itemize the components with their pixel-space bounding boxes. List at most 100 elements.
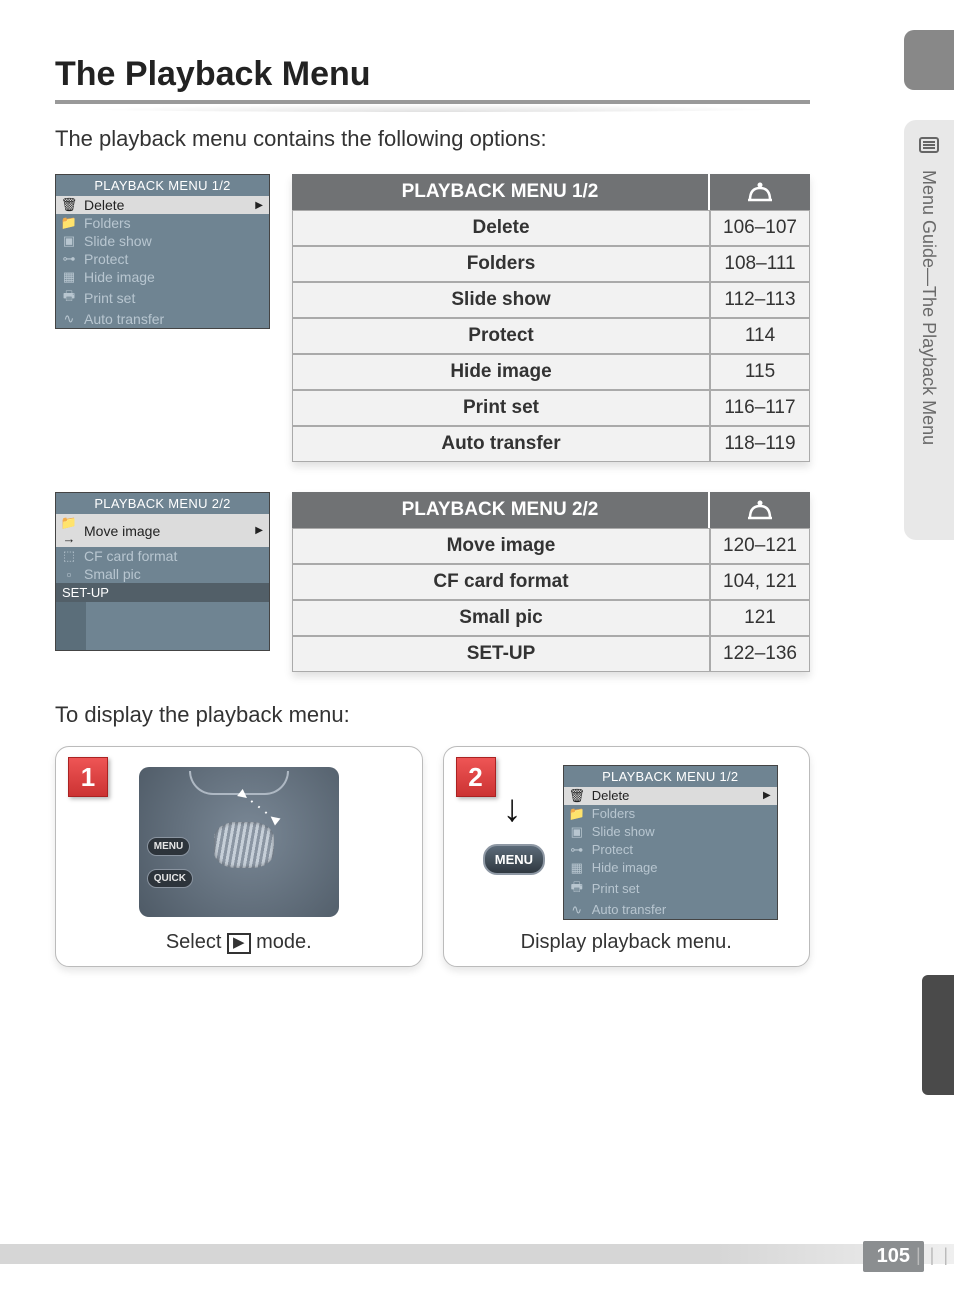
menu-item-label: Auto transfer [84,311,164,327]
lcd-menu-item: ∿ Auto transfer [56,310,269,328]
table-row: Move image120–121 [292,528,810,564]
step-1-card: 1 ▸···◂ MENU QUICK Select ▶ mode. [55,746,423,967]
lcd-menu-item: 📁Folders [564,805,777,823]
menu-item-label: Hide image [84,269,155,285]
lcd-menu-item: ▫ Small pic [56,565,269,583]
intro-text: The playback menu contains the following… [55,126,810,152]
table-row: CF card format104, 121 [292,564,810,600]
menu-button-label: MENU [147,837,190,856]
option-page: 120–121 [710,528,810,564]
option-page: 122–136 [710,636,810,672]
lcd-menu-item: ⊶ Protect [56,250,269,268]
step-2-card: 2 ↓ MENU PLAYBACK MENU 1/2 🗑Delete📁Folde… [443,746,811,967]
menu-item-icon: ▣ [568,824,586,840]
menu-item-icon: ▦ [60,269,78,285]
page-ref-icon [710,492,810,528]
option-name: Slide show [292,282,710,318]
menu-item-label: Folders [84,215,131,231]
menu-item-icon: ⬚ [60,548,78,564]
menu-item-label: Print set [592,881,640,896]
lcd-menu-item: 📁→Move image [56,514,269,547]
lcd-menu-item: ∿Auto transfer [564,901,777,919]
side-ribbon: Menu Guide—The Playback Menu [904,120,954,540]
side-section-label: Menu Guide—The Playback Menu [918,170,939,445]
option-name: Folders [292,246,710,282]
menu-item-icon: ▫ [60,567,78,582]
page-top-tab [904,30,954,90]
option-page: 104, 121 [710,564,810,600]
display-intro: To display the playback menu: [55,702,810,728]
option-page: 114 [710,318,810,354]
menu-button-press: ↓ MENU [475,782,553,902]
table-row: Delete106–107 [292,210,810,246]
menu-item-icon: 🗑 [568,788,586,804]
table2-header: PLAYBACK MENU 2/2 [292,492,710,528]
menu-item-label: Slide show [592,824,655,839]
lcd-menu-item: ▦ Hide image [564,859,777,877]
option-page: 106–107 [710,210,810,246]
press-arrow-icon: ↓ [503,788,522,831]
option-name: CF card format [292,564,710,600]
menu-item-label: Protect [84,251,128,267]
menu-item-icon: 📁 [60,215,78,231]
lcd-menu-item: 🗑 Delete [564,787,777,805]
page-number: 105 [863,1241,924,1272]
menu-item-label: Slide show [84,233,152,249]
table-row: Print set116–117 [292,390,810,426]
camera-top-illustration: ▸···◂ MENU QUICK [139,767,339,917]
lcd-preview-1: PLAYBACK MENU 1/2 🗑Delete📁Folders▣Slide … [55,174,270,329]
table-row: Folders108–111 [292,246,810,282]
menu-item-label: Folders [592,806,635,821]
option-name: Auto transfer [292,426,710,462]
page-ref-icon [710,174,810,210]
table-row: Hide image115 [292,354,810,390]
option-page: 108–111 [710,246,810,282]
step-2-caption: Display playback menu. [456,927,798,956]
menu-item-icon: 🖶 [60,287,78,309]
menu-item-icon: ⊶ [568,842,586,858]
lcd-menu-item: 🖶 Print set [56,286,269,310]
option-name: Protect [292,318,710,354]
menu-item-icon: ∿ [60,311,78,327]
option-name: Move image [292,528,710,564]
menu-item-icon: ∿ [568,902,586,918]
table-row: Auto transfer118–119 [292,426,810,462]
menu-item-label: Small pic [84,566,141,582]
menu-icon [916,132,942,158]
lcd2-setup: SET-UP [56,583,269,602]
menu-item-label: Protect [592,842,633,857]
menu-button: MENU [483,844,545,875]
menu-item-icon: ⊶ [60,251,78,267]
playback-mode-icon: ▶ [227,933,251,954]
table-row: Protect114 [292,318,810,354]
quick-button-label: QUICK [147,869,193,888]
options-table-2: PLAYBACK MENU 2/2 Move image120–121CF ca… [292,492,810,672]
menu-item-icon: ▣ [60,233,78,249]
menu-item-icon: ▦ [568,860,586,876]
option-name: Small pic [292,600,710,636]
menu-item-label: Delete [592,788,630,803]
mode-dial-icon [214,822,274,868]
menu-item-label: Print set [84,290,135,306]
option-page: 121 [710,600,810,636]
lcd2-title: PLAYBACK MENU 2/2 [56,493,269,514]
page-trim-marks: | | | [916,1245,950,1266]
step1-caption-pre: Select [166,931,227,953]
menu-item-label: Move image [84,523,160,539]
menu-item-label: CF card format [84,548,177,564]
option-name: SET-UP [292,636,710,672]
step1-caption-post: mode. [251,931,312,953]
table-row: Small pic121 [292,600,810,636]
menu-item-label: Hide image [592,860,658,875]
lcd-menu-item: 🖶Print set [564,877,777,901]
option-page: 112–113 [710,282,810,318]
options-table-1: PLAYBACK MENU 1/2 Delete106–107Folders10… [292,174,810,462]
lcd-step2-title: PLAYBACK MENU 1/2 [564,766,777,787]
menu-item-icon: 🗑 [60,197,78,213]
option-name: Delete [292,210,710,246]
zoom-rocker-icon [189,771,289,795]
option-page: 118–119 [710,426,810,462]
page-title: The Playback Menu [55,55,810,104]
footer-rule [0,1244,954,1264]
lcd-menu-item: 📁 Folders [56,214,269,232]
